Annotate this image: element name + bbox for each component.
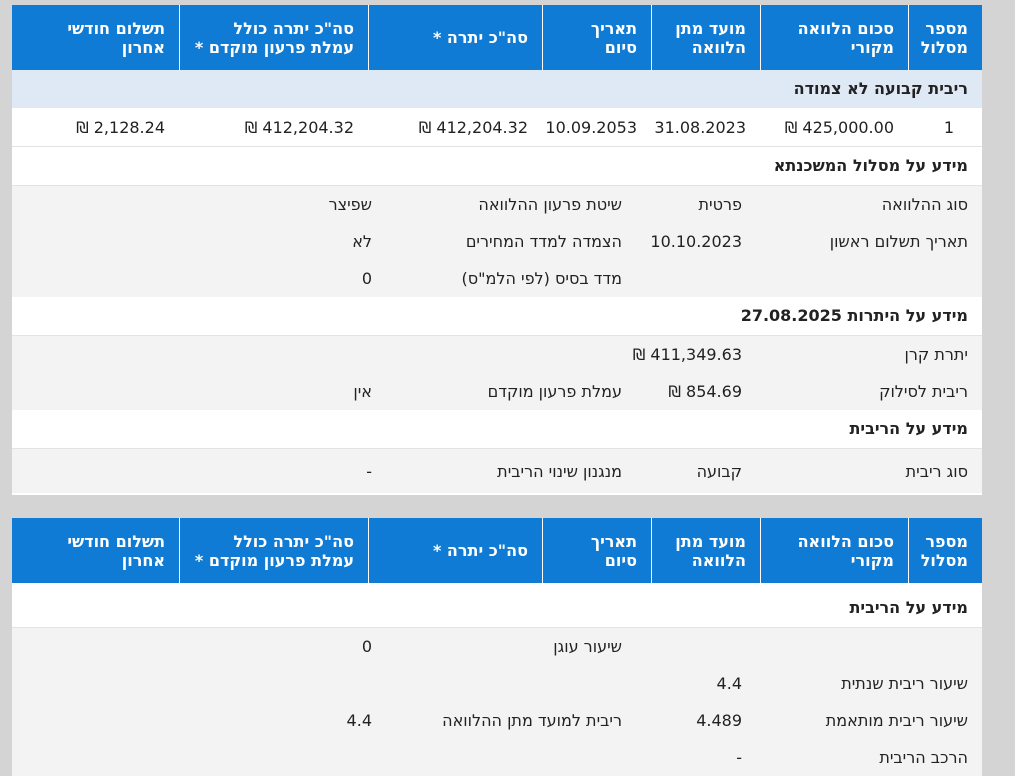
info-label: ריבית למועד מתן ההלוואה [442, 711, 622, 730]
info-label: מדד בסיס (לפי הלמ"ס) [461, 269, 623, 288]
info-row: שיעור ריבית מותאמת 4.489 ריבית למועד מתן… [12, 702, 982, 739]
info-label: יתרת קרן [904, 345, 968, 364]
info-value: ₪ 854.69 [668, 382, 742, 401]
interest-info-block: שיעור עוגן 0 שיעור ריבית שנתית 4.4 שיעור… [12, 628, 982, 776]
col-last-payment: תשלום חודשי אחרון [67, 18, 165, 57]
info-label: תאריך תשלום ראשון [829, 232, 968, 251]
info-value: 10.10.2023 [650, 232, 742, 251]
info-row: סוג ריבית קבועה מנגנון שינוי הריבית - [12, 449, 982, 493]
info-row: שיעור עוגן 0 [12, 628, 982, 665]
track-number: 1 [943, 117, 954, 137]
interest-info-title: מידע על הריבית [12, 589, 982, 628]
end-date: 10.09.2053 [545, 117, 637, 137]
mortgage-info-title: מידע על מסלול המשכנתא [12, 147, 982, 186]
col-loan-date: מועד מתן הלוואה [651, 5, 760, 70]
col-total-balance: סה"כ יתרה * [368, 5, 542, 70]
info-row: סוג ההלוואה פרטית שיטת פרעון ההלוואה שפי… [12, 186, 982, 223]
total-balance: ₪ 412,204.32 [418, 117, 528, 137]
col-total-with-fee: סה"כ יתרה כולל עמלת פרעון מוקדם * [179, 5, 368, 70]
info-value: 4.489 [696, 711, 742, 730]
loan-date: 31.08.2023 [654, 117, 746, 137]
col-end-date: תאריך סיום [542, 5, 651, 70]
col-original-amount: סכום הלוואה מקורי [760, 5, 908, 70]
info-label: עמלת פרעון מוקדם [487, 382, 622, 401]
loan-track-panel-2: מספר מסלול סכום הלוואה מקורי מועד מתן הל… [12, 518, 982, 776]
info-row: תאריך תשלום ראשון 10.10.2023 הצמדה למדד … [12, 223, 982, 260]
interest-info-title: מידע על הריבית [12, 410, 982, 449]
col-total-with-fee: סה"כ יתרה כולל עמלת פרעון מוקדם * [179, 518, 368, 583]
info-label: שיעור ריבית שנתית [841, 674, 968, 693]
col-loan-date: מועד מתן הלוואה [651, 518, 760, 583]
info-value: קבועה [696, 461, 742, 481]
info-label: הרכב הריבית [879, 748, 968, 767]
table-row[interactable]: 1 ₪ 425,000.00 31.08.2023 10.09.2053 ₪ 4… [12, 108, 982, 147]
col-end-date: תאריך סיום [542, 518, 651, 583]
info-label: שיעור ריבית מותאמת [825, 711, 968, 730]
info-value: לא [352, 232, 372, 251]
info-label: מנגנון שינוי הריבית [497, 461, 622, 481]
col-track-number: מספר מסלול [908, 518, 982, 583]
col-total-balance: סה"כ יתרה * [368, 518, 542, 583]
group-title: ריבית קבועה לא צמודה [12, 70, 982, 108]
info-row: ריבית לסילוק ₪ 854.69 עמלת פרעון מוקדם א… [12, 373, 982, 410]
info-row: שיעור ריבית שנתית 4.4 [12, 665, 982, 702]
mortgage-info-block: סוג ההלוואה פרטית שיטת פרעון ההלוואה שפי… [12, 186, 982, 297]
info-row: יתרת קרן ₪ 411,349.63 [12, 336, 982, 373]
info-label: ריבית לסילוק [879, 382, 968, 401]
info-value: פרטית [698, 195, 743, 214]
original-amount: ₪ 425,000.00 [784, 117, 894, 137]
info-value: - [366, 461, 372, 481]
info-label: שיעור עוגן [553, 637, 622, 656]
info-row: מדד בסיס (לפי הלמ"ס) 0 [12, 260, 982, 297]
info-label: סוג ההלוואה [881, 195, 968, 214]
col-track-number: מספר מסלול [908, 5, 982, 70]
table-header: מספר מסלול סכום הלוואה מקורי מועד מתן הל… [12, 5, 982, 70]
info-value: 4.4 [346, 711, 372, 730]
col-original-amount: סכום הלוואה מקורי [760, 518, 908, 583]
balance-info-title: מידע על היתרות 27.08.2025 [12, 297, 982, 336]
info-value: אין [353, 382, 372, 401]
info-value: 4.4 [716, 674, 742, 693]
info-row: הרכב הריבית - [12, 739, 982, 776]
info-value: 0 [361, 637, 372, 656]
info-label: שיטת פרעון ההלוואה [478, 195, 622, 214]
interest-info-block: סוג ריבית קבועה מנגנון שינוי הריבית - [12, 449, 982, 493]
info-value: שפיצר [328, 195, 372, 214]
info-label: סוג ריבית [905, 461, 968, 481]
info-value: ₪ 411,349.63 [632, 345, 742, 364]
col-last-payment: תשלום חודשי אחרון [67, 531, 165, 570]
loan-track-panel-1: מספר מסלול סכום הלוואה מקורי מועד מתן הל… [12, 5, 982, 495]
table-header: מספר מסלול סכום הלוואה מקורי מועד מתן הל… [12, 518, 982, 583]
total-with-fee: ₪ 412,204.32 [244, 117, 354, 137]
balance-info-block: יתרת קרן ₪ 411,349.63 ריבית לסילוק ₪ 854… [12, 336, 982, 410]
info-value: - [736, 748, 742, 767]
last-payment: ₪ 2,128.24 [76, 117, 165, 137]
info-label: הצמדה למדד המחירים [465, 232, 622, 251]
info-value: 0 [361, 269, 372, 288]
